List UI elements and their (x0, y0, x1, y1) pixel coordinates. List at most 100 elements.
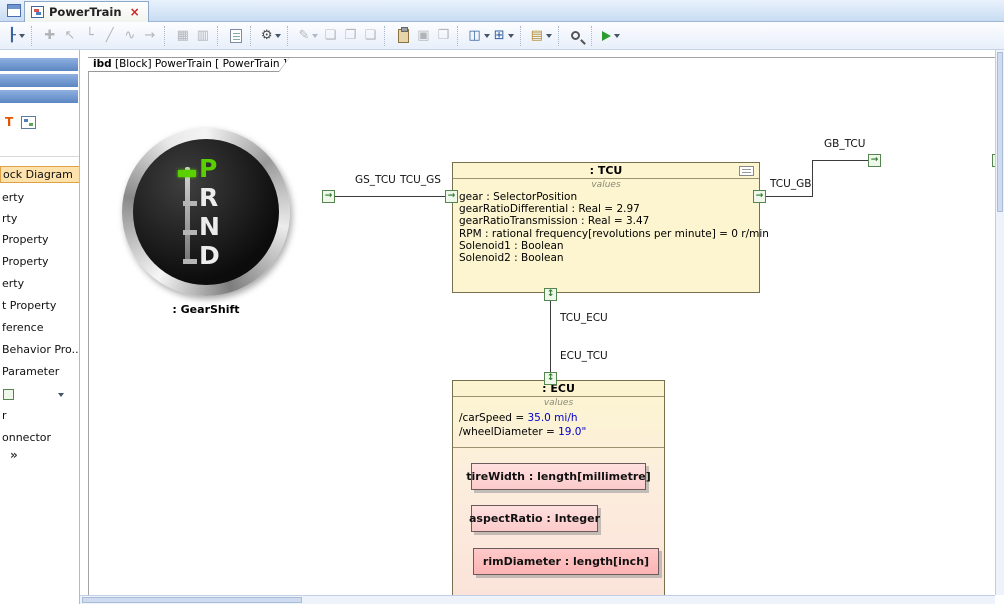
run-simulation-button[interactable] (600, 26, 622, 46)
part-tirewidth[interactable]: tireWidth : length[millimetre] (471, 463, 646, 490)
dropdown-arrow-icon (546, 34, 552, 38)
port-gb-tcu[interactable]: → (868, 154, 881, 167)
tree-selected-item[interactable] (0, 74, 78, 87)
tcu-block[interactable]: : TCU values gear : SelectorPosition gea… (452, 162, 760, 293)
select-button[interactable]: ↖ (60, 26, 80, 46)
vertical-scrollbar[interactable] (995, 50, 1004, 595)
palette-item-connector-end[interactable]: r (0, 408, 80, 425)
dropdown-arrow-icon (19, 34, 25, 38)
curved-line-button[interactable]: ∿ (120, 26, 140, 46)
copy-button[interactable]: ❏ (320, 26, 340, 46)
part-rimdiameter[interactable]: rimDiameter : length[inch] (473, 548, 659, 575)
part-aspectratio[interactable]: aspectRatio : Integer (471, 505, 598, 532)
copy-with-data-button[interactable]: ❐ (340, 26, 360, 46)
tcu-value-rpm: RPM : rational frequency[revolutions per… (453, 228, 759, 240)
palette-more-button[interactable]: » (10, 448, 18, 462)
duplicate-button[interactable]: ❑ (360, 26, 380, 46)
palette-item-connector[interactable]: onnector (0, 430, 80, 447)
tcu-value-solenoid1: Solenoid1 : Boolean (453, 240, 759, 252)
magnifier-icon (571, 31, 580, 40)
containment-tree-button[interactable]: ┠ (6, 26, 27, 46)
show-diagram-info-button[interactable] (226, 26, 246, 46)
tree-selected-item[interactable] (0, 90, 78, 103)
tree-selected-item[interactable] (0, 58, 78, 71)
port-gs-tcu[interactable]: → (322, 190, 335, 203)
dropdown-arrow-icon (484, 34, 490, 38)
gearshift-part[interactable]: P R N D (122, 128, 290, 296)
move-button[interactable]: ✚ (40, 26, 60, 46)
dropdown-arrow-icon (614, 34, 620, 38)
ecu-block[interactable]: : ECU values /carSpeed = 35.0 mi/h /whee… (452, 380, 665, 604)
close-tab-button[interactable]: × (130, 6, 140, 18)
paste-special-button[interactable]: ❒ (433, 26, 453, 46)
tcu-value-solenoid2: Solenoid2 : Boolean (453, 252, 759, 264)
port-label-gs-tcu: GS_TCU (355, 174, 396, 186)
tab-powertrain[interactable]: PowerTrain × (24, 1, 149, 22)
palette-item-constraint-property[interactable]: t Property (0, 298, 80, 315)
connector-gs-tcu[interactable] (335, 196, 445, 197)
toolbar-separator (591, 26, 596, 46)
palette-item-reference[interactable]: ference (0, 320, 80, 337)
paste-style-icon: ▣ (417, 28, 429, 44)
shift-stub-d (183, 259, 197, 264)
style-brush-button[interactable]: ✎ (296, 26, 320, 46)
ecu-value-wheeldiameter: /wheelDiameter = 19.0" (453, 426, 664, 438)
rectilinear-line-button[interactable]: └ (80, 26, 100, 46)
grid-button[interactable]: ▦ (173, 26, 193, 46)
ecu-wheeldiameter-name: /wheelDiameter = (459, 426, 558, 438)
layout-button[interactable]: ◫ (466, 26, 491, 46)
shift-stub-p (178, 170, 196, 177)
curved-line-icon: ∿ (124, 28, 135, 44)
layout-options-button[interactable]: ⊞ (492, 26, 516, 46)
diagram-palette-sidebar: T ock Diagram erty rty Property Property… (0, 50, 80, 604)
ecu-compartment-divider (453, 447, 664, 448)
compartments-icon[interactable] (739, 166, 754, 176)
palette-item-shared-property[interactable]: Property (0, 232, 80, 249)
app-window-icon (7, 4, 21, 17)
dropdown-arrow-icon (58, 393, 64, 397)
oblique-line-button[interactable]: ╱ (100, 26, 120, 46)
note-button[interactable]: ▤ (529, 26, 554, 46)
palette-item-flow-property[interactable]: erty (0, 276, 80, 293)
ecu-header: : ECU (453, 381, 664, 397)
connector-tcu-gb-seg1[interactable] (766, 196, 812, 197)
note-icon: ▤ (531, 28, 543, 44)
palette-item-parameter[interactable]: Parameter (0, 364, 80, 381)
diagram-icon (31, 6, 44, 18)
tcu-value-ratio-diff: gearRatioDifferential : Real = 2.97 (453, 203, 759, 215)
diagram-frame-name-tab: ibd [Block] PowerTrain [ PowerTrain ] (88, 57, 290, 72)
palette-item-internal-block-diagram[interactable]: ock Diagram (0, 166, 80, 183)
port-tcu-gb[interactable]: → (753, 190, 766, 203)
palette-item-property[interactable]: erty (0, 190, 80, 207)
horizontal-scrollbar-thumb[interactable] (82, 597, 302, 603)
clipboard-icon (398, 29, 409, 43)
path-style-button[interactable]: → (140, 26, 160, 46)
window-tab-bar: PowerTrain × (0, 0, 1004, 22)
port-label-tcu-gs: TCU_GS (400, 174, 441, 186)
connector-tcu-gb-seg3[interactable] (812, 160, 868, 161)
gear-letter-r: R (199, 183, 220, 212)
path-style-icon: → (144, 28, 155, 44)
tcu-title: : TCU (590, 164, 623, 177)
palette-item-value-property[interactable]: Property (0, 254, 80, 271)
palette-item-port[interactable] (0, 386, 80, 403)
diagram-frame-left (88, 57, 89, 595)
paste-style-button[interactable]: ▣ (413, 26, 433, 46)
vertical-scrollbar-thumb[interactable] (997, 52, 1003, 212)
horizontal-scrollbar[interactable] (80, 595, 995, 604)
diagram-options-button[interactable]: ⚙ (259, 26, 284, 46)
zoom-button[interactable] (567, 26, 587, 46)
connector-tcu-gb-seg2[interactable] (812, 160, 813, 197)
gear-icon: ⚙ (261, 28, 273, 44)
paste-button[interactable] (393, 26, 413, 46)
palette-item-part-property[interactable]: rty (0, 211, 80, 228)
connector-tcu-ecu[interactable] (550, 301, 551, 373)
port-tcu-ecu[interactable]: ↕ (544, 288, 557, 301)
palette-item-opaque-behavior[interactable]: Behavior Pro... (0, 342, 80, 359)
diagram-canvas[interactable]: ibd [Block] PowerTrain [ PowerTrain ] P … (80, 50, 1004, 604)
port-tcu-gs[interactable]: → (445, 190, 458, 203)
page-icon (230, 29, 242, 43)
port-ecu-tcu[interactable]: ↕ (544, 372, 557, 385)
align-button[interactable]: ▥ (193, 26, 213, 46)
toolbar-separator (558, 26, 563, 46)
